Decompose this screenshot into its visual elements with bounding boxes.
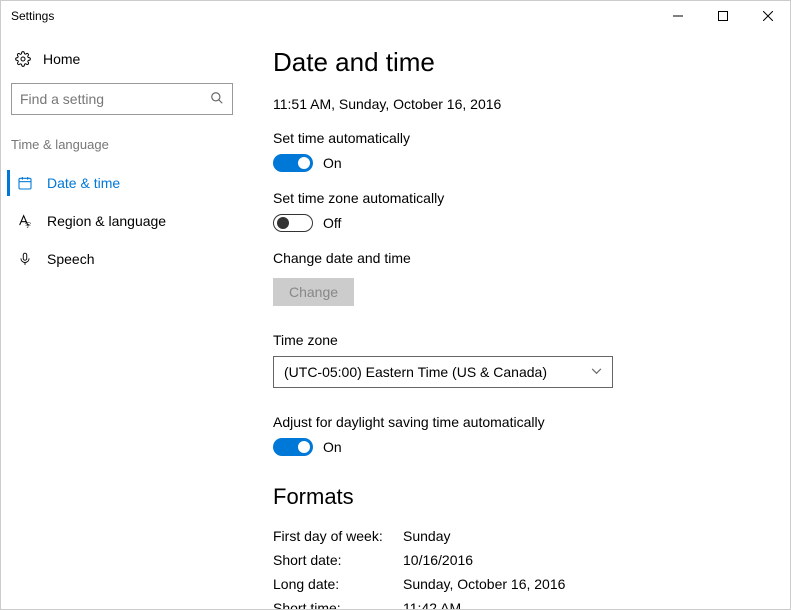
gear-icon (15, 51, 31, 67)
search-input[interactable] (20, 91, 210, 107)
sidebar-item-label: Date & time (47, 175, 120, 191)
search-icon (210, 91, 224, 108)
toggle-state-text: On (323, 155, 342, 171)
close-button[interactable] (745, 1, 790, 31)
chevron-down-icon (591, 366, 602, 378)
clock-icon (17, 175, 33, 191)
timezone-label: Time zone (273, 332, 760, 348)
sidebar-item-label: Speech (47, 251, 94, 267)
current-datetime: 11:51 AM, Sunday, October 16, 2016 (273, 96, 760, 112)
microphone-icon (17, 251, 33, 267)
content-area: Date and time 11:51 AM, Sunday, October … (243, 31, 790, 609)
home-label: Home (43, 51, 80, 67)
sidebar-item-region-language[interactable]: 字 Region & language (1, 202, 243, 240)
set-time-auto-toggle[interactable]: On (273, 154, 760, 172)
page-title: Date and time (273, 47, 760, 78)
svg-text:字: 字 (25, 222, 31, 229)
formats-row: Long date:Sunday, October 16, 2016 (273, 572, 760, 596)
toggle-state-text: Off (323, 215, 341, 231)
titlebar: Settings (1, 1, 790, 31)
window-controls (655, 1, 790, 31)
dst-label: Adjust for daylight saving time automati… (273, 414, 760, 430)
sidebar: Home Time & language Date & time 字 Regio… (1, 31, 243, 609)
set-tz-auto-toggle[interactable]: Off (273, 214, 760, 232)
toggle-state-text: On (323, 439, 342, 455)
formats-row: Short time:11:42 AM (273, 596, 760, 609)
change-button: Change (273, 278, 354, 306)
maximize-button[interactable] (700, 1, 745, 31)
formats-table: First day of week:Sunday Short date:10/1… (273, 524, 760, 609)
change-datetime-label: Change date and time (273, 250, 760, 266)
search-input-wrapper[interactable] (11, 83, 233, 115)
sidebar-item-date-time[interactable]: Date & time (1, 164, 243, 202)
formats-row: Short date:10/16/2016 (273, 548, 760, 572)
timezone-value: (UTC-05:00) Eastern Time (US & Canada) (284, 364, 547, 380)
set-time-auto-label: Set time automatically (273, 130, 760, 146)
window-title: Settings (11, 9, 655, 23)
home-button[interactable]: Home (1, 45, 243, 73)
formats-title: Formats (273, 484, 760, 510)
language-icon: 字 (17, 213, 33, 229)
sidebar-item-label: Region & language (47, 213, 166, 229)
dst-toggle[interactable]: On (273, 438, 760, 456)
sidebar-category: Time & language (1, 133, 243, 164)
timezone-select[interactable]: (UTC-05:00) Eastern Time (US & Canada) (273, 356, 613, 388)
formats-row: First day of week:Sunday (273, 524, 760, 548)
minimize-button[interactable] (655, 1, 700, 31)
sidebar-item-speech[interactable]: Speech (1, 240, 243, 278)
set-tz-auto-label: Set time zone automatically (273, 190, 760, 206)
